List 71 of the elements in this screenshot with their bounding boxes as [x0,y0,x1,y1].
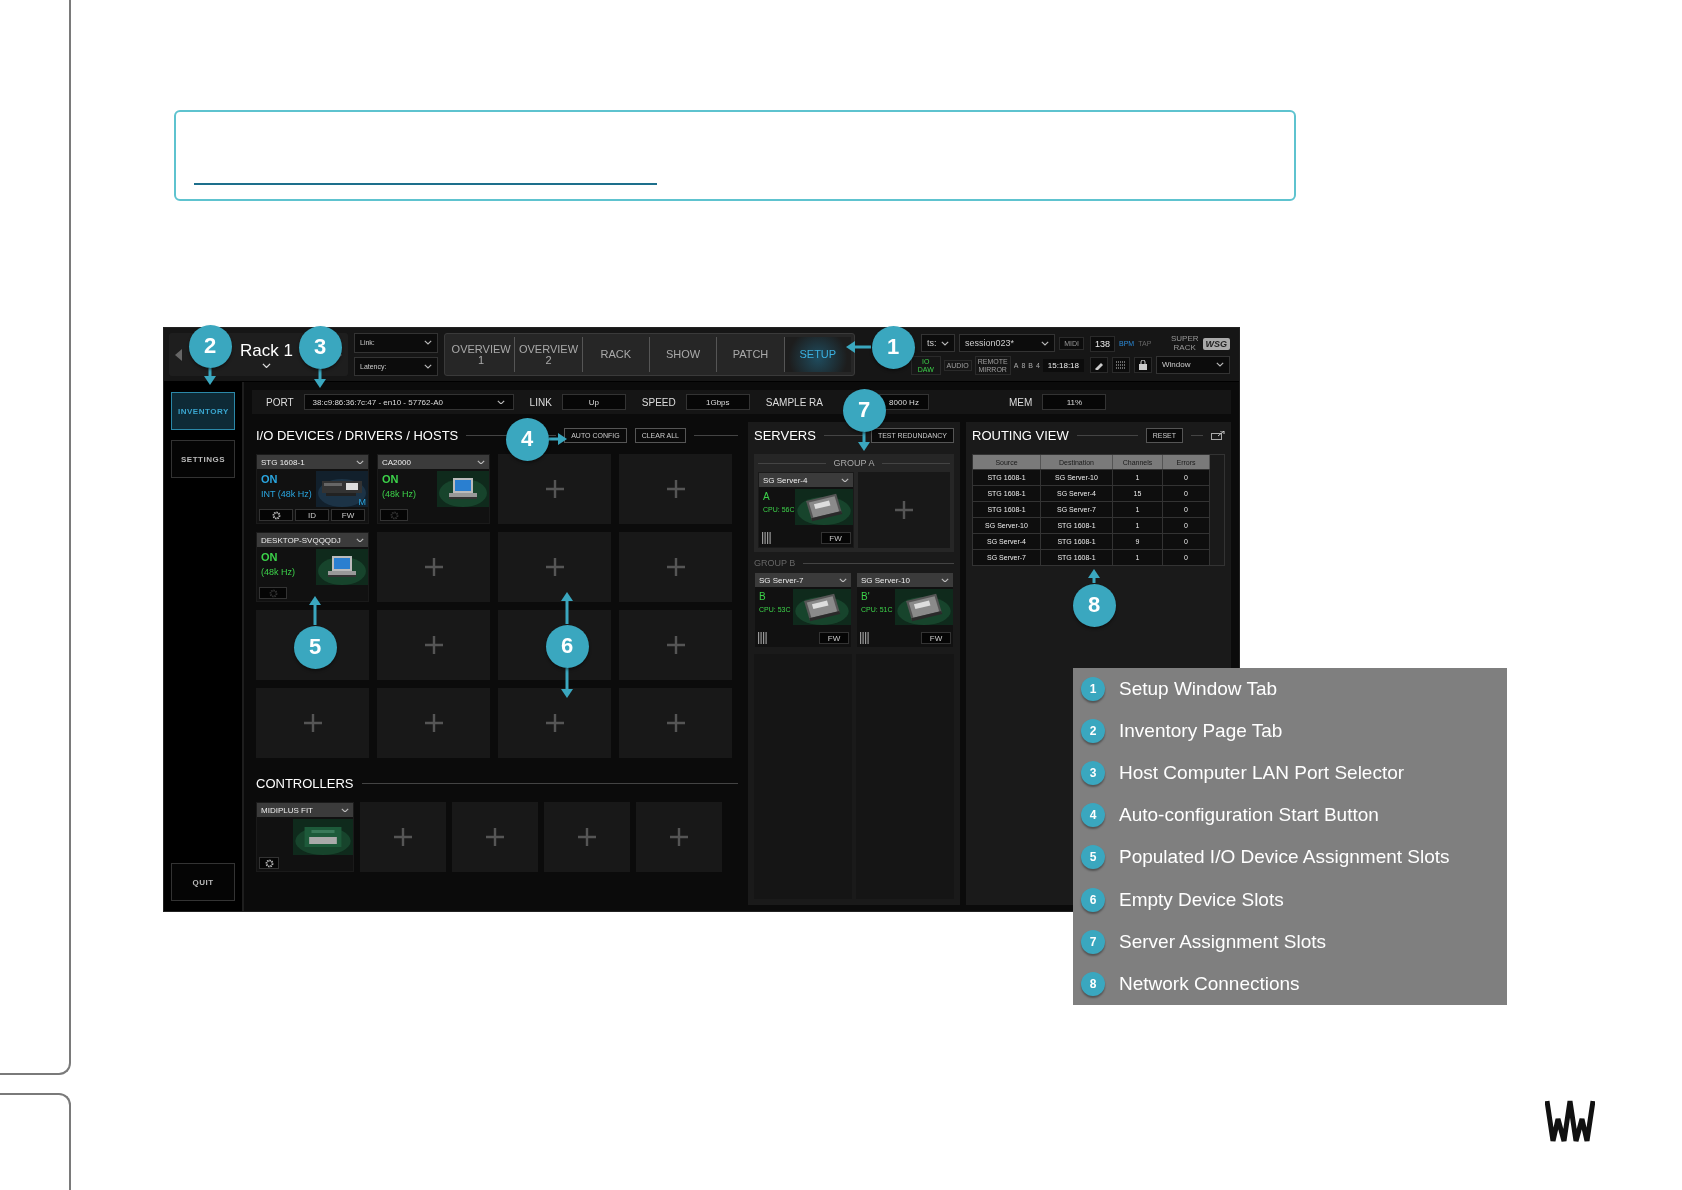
port-dropdown[interactable]: 38:c9:86:36:7c:47 - en10 - 57762-A0 [303,394,514,410]
firmware-button[interactable]: FW [921,632,951,644]
port-label: PORT [266,396,294,408]
sidebar-tab[interactable]: SETTINGS [171,440,235,478]
tab[interactable]: SETUP [784,337,851,372]
controller-selector[interactable]: MIDIPLUS FIT [257,803,353,817]
status-text: ON [261,473,279,485]
legend-number: 2 [1081,719,1105,744]
role-text: B [759,591,767,602]
server-selector[interactable]: SG Server-7 [755,573,851,587]
device-selector[interactable]: CA2000 [378,455,489,469]
stat-label: SAMPLE RA [765,396,823,408]
tab[interactable]: OVERVIEW 1 [448,337,516,372]
legend-number: 1 [1081,677,1105,702]
server-selector[interactable]: SG Server-4 [759,473,853,487]
device-button[interactable]: FW [331,509,365,521]
legend-text: Setup Window Tab [1119,678,1278,701]
legend-number: 6 [1081,887,1105,912]
section-title: SERVERS [754,427,816,443]
legend-text: Host Computer LAN Port Selector [1119,762,1405,785]
section-title: ROUTING VIEW [972,427,1069,443]
status-text: ON [382,473,400,485]
legend-text: Server Assignment Slots [1119,930,1326,953]
legend-text: Populated I/O Device Assignment Slots [1119,846,1450,869]
stat-label: SPEED [641,396,676,408]
stat-label: MEM [1009,396,1033,408]
tab[interactable]: PATCH [717,337,785,372]
brand-text: SUPER RACK [1170,335,1199,352]
preset-dropdown[interactable]: ts: [921,334,955,353]
rate-text: (48k Hz) [261,567,295,577]
legend-number: 3 [1081,761,1105,786]
stat-value: Up [561,394,626,410]
status-text: ON [261,551,279,563]
device-button[interactable]: ID [295,509,329,521]
stat-value: 1Gbps [685,394,750,410]
server-selector[interactable]: SG Server-10 [857,573,953,587]
tab[interactable]: RACK [582,337,650,372]
stat-label: LINK [529,396,552,408]
group-title: GROUP A [833,458,875,468]
window-dropdown[interactable]: Window [1156,355,1230,374]
section-title: I/O DEVICES / DRIVERS / HOSTS [256,427,459,443]
role-text: A [763,491,771,502]
group-title: GROUP B [754,558,796,568]
rack-title: Rack 1 [240,340,293,361]
stat-value: 11% [1042,394,1107,410]
device-selector[interactable]: DESKTOP-SVQQQDJ [257,533,368,547]
legend-text: Inventory Page Tab [1119,720,1283,743]
clock-text: 15:18:18 [1042,359,1084,372]
firmware-button[interactable]: FW [819,632,849,644]
callout-badge: 4 [505,417,549,461]
role-text: B' [861,591,871,602]
legend-number: 8 [1081,971,1105,996]
quit-button[interactable]: QUIT [171,863,235,901]
tab[interactable]: OVERVIEW 2 [515,337,583,372]
section-title: CONTROLLERS [256,775,354,791]
bpm-value: 138 [1090,335,1116,352]
firmware-button[interactable]: FW [820,532,851,544]
legend-text: Empty Device Slots [1119,888,1284,911]
device-selector[interactable]: STG 1608-1 [257,455,368,469]
master-label: M [358,497,366,507]
sidebar-tab[interactable]: INVENTORY [171,392,235,430]
legend-number: 7 [1081,929,1105,954]
legend-number: 4 [1081,803,1105,828]
legend-number: 5 [1081,845,1105,870]
legend-text: Auto-configuration Start Button [1119,804,1379,827]
legend-text: Network Connections [1119,972,1300,995]
rate-text: (48k Hz) [382,489,416,499]
rate-text: INT (48k Hz) [261,489,312,499]
brand-badge: WSG [1202,337,1230,350]
tab[interactable]: SHOW [650,337,718,372]
session-dropdown[interactable]: session023* [959,334,1056,353]
